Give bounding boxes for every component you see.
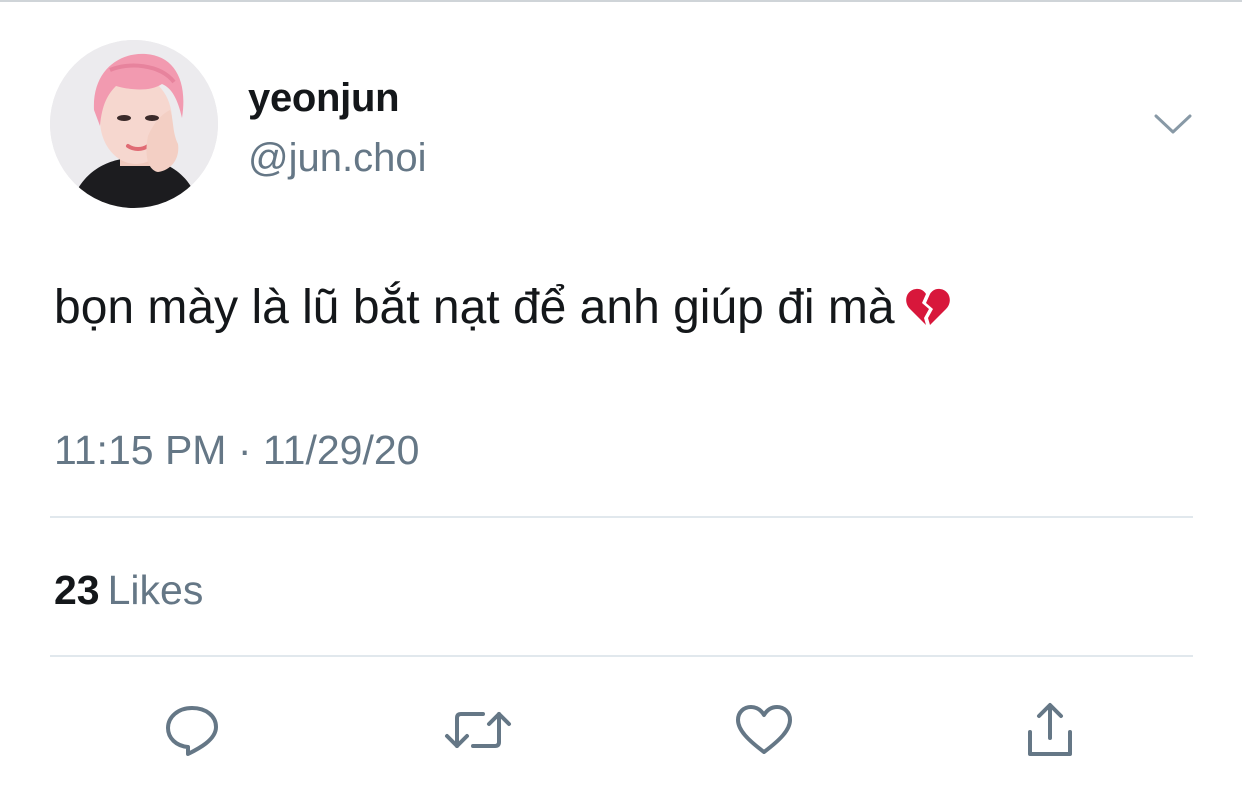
retweet-icon (445, 712, 511, 748)
share-button[interactable] (1010, 690, 1090, 770)
heart-icon (736, 705, 792, 754)
likes-label: Likes (107, 567, 204, 613)
likes-stat[interactable]: 23 Likes (54, 564, 203, 616)
share-icon (1028, 703, 1072, 756)
chevron-down-icon (1154, 114, 1192, 134)
tweet-text: bọn mày là lũ bắt nạt để anh giúp đi mà (54, 281, 895, 334)
reply-button[interactable] (152, 690, 232, 770)
more-options-button[interactable] (1150, 106, 1196, 142)
avatar-photo (50, 40, 218, 208)
broken-heart-icon (905, 282, 951, 325)
reply-icon (166, 706, 218, 756)
top-divider (0, 0, 1242, 2)
divider (50, 516, 1193, 518)
avatar[interactable] (50, 40, 218, 208)
divider (50, 655, 1193, 657)
retweet-button[interactable] (438, 690, 518, 770)
display-name[interactable]: yeonjun (248, 74, 400, 122)
tweet-text-row: bọn mày là lũ bắt nạt để anh giúp đi mà (54, 278, 951, 338)
likes-count: 23 (54, 567, 100, 613)
user-handle[interactable]: @jun.choi (248, 134, 426, 182)
like-button[interactable] (724, 690, 804, 770)
tweet-timestamp[interactable]: 11:15 PM · 11/29/20 (54, 424, 419, 476)
